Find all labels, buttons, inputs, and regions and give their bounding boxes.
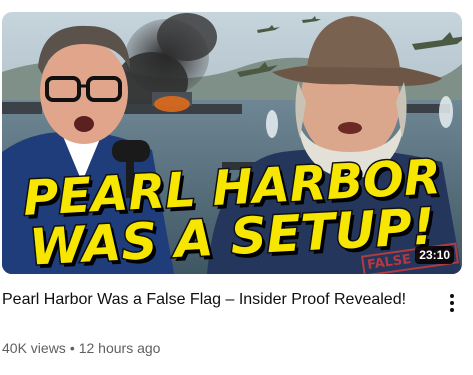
video-card[interactable]: PEARL HARBOR WAS A SETUP! FALSE FLAG 23:… <box>0 0 473 375</box>
vertical-ellipsis-icon[interactable] <box>445 292 459 314</box>
duration-badge: 23:10 <box>415 246 454 264</box>
ellipsis-dot <box>450 301 454 305</box>
video-thumbnail[interactable]: PEARL HARBOR WAS A SETUP! FALSE FLAG 23:… <box>2 12 462 274</box>
view-count: 40K views <box>2 340 66 356</box>
video-metadata: 40K views • 12 hours ago <box>2 340 160 356</box>
video-title[interactable]: Pearl Harbor Was a False Flag – Insider … <box>2 289 422 311</box>
ellipsis-dot <box>450 308 454 312</box>
ellipsis-dot <box>450 294 454 298</box>
upload-age: 12 hours ago <box>78 340 161 356</box>
meta-separator: • <box>69 340 75 356</box>
